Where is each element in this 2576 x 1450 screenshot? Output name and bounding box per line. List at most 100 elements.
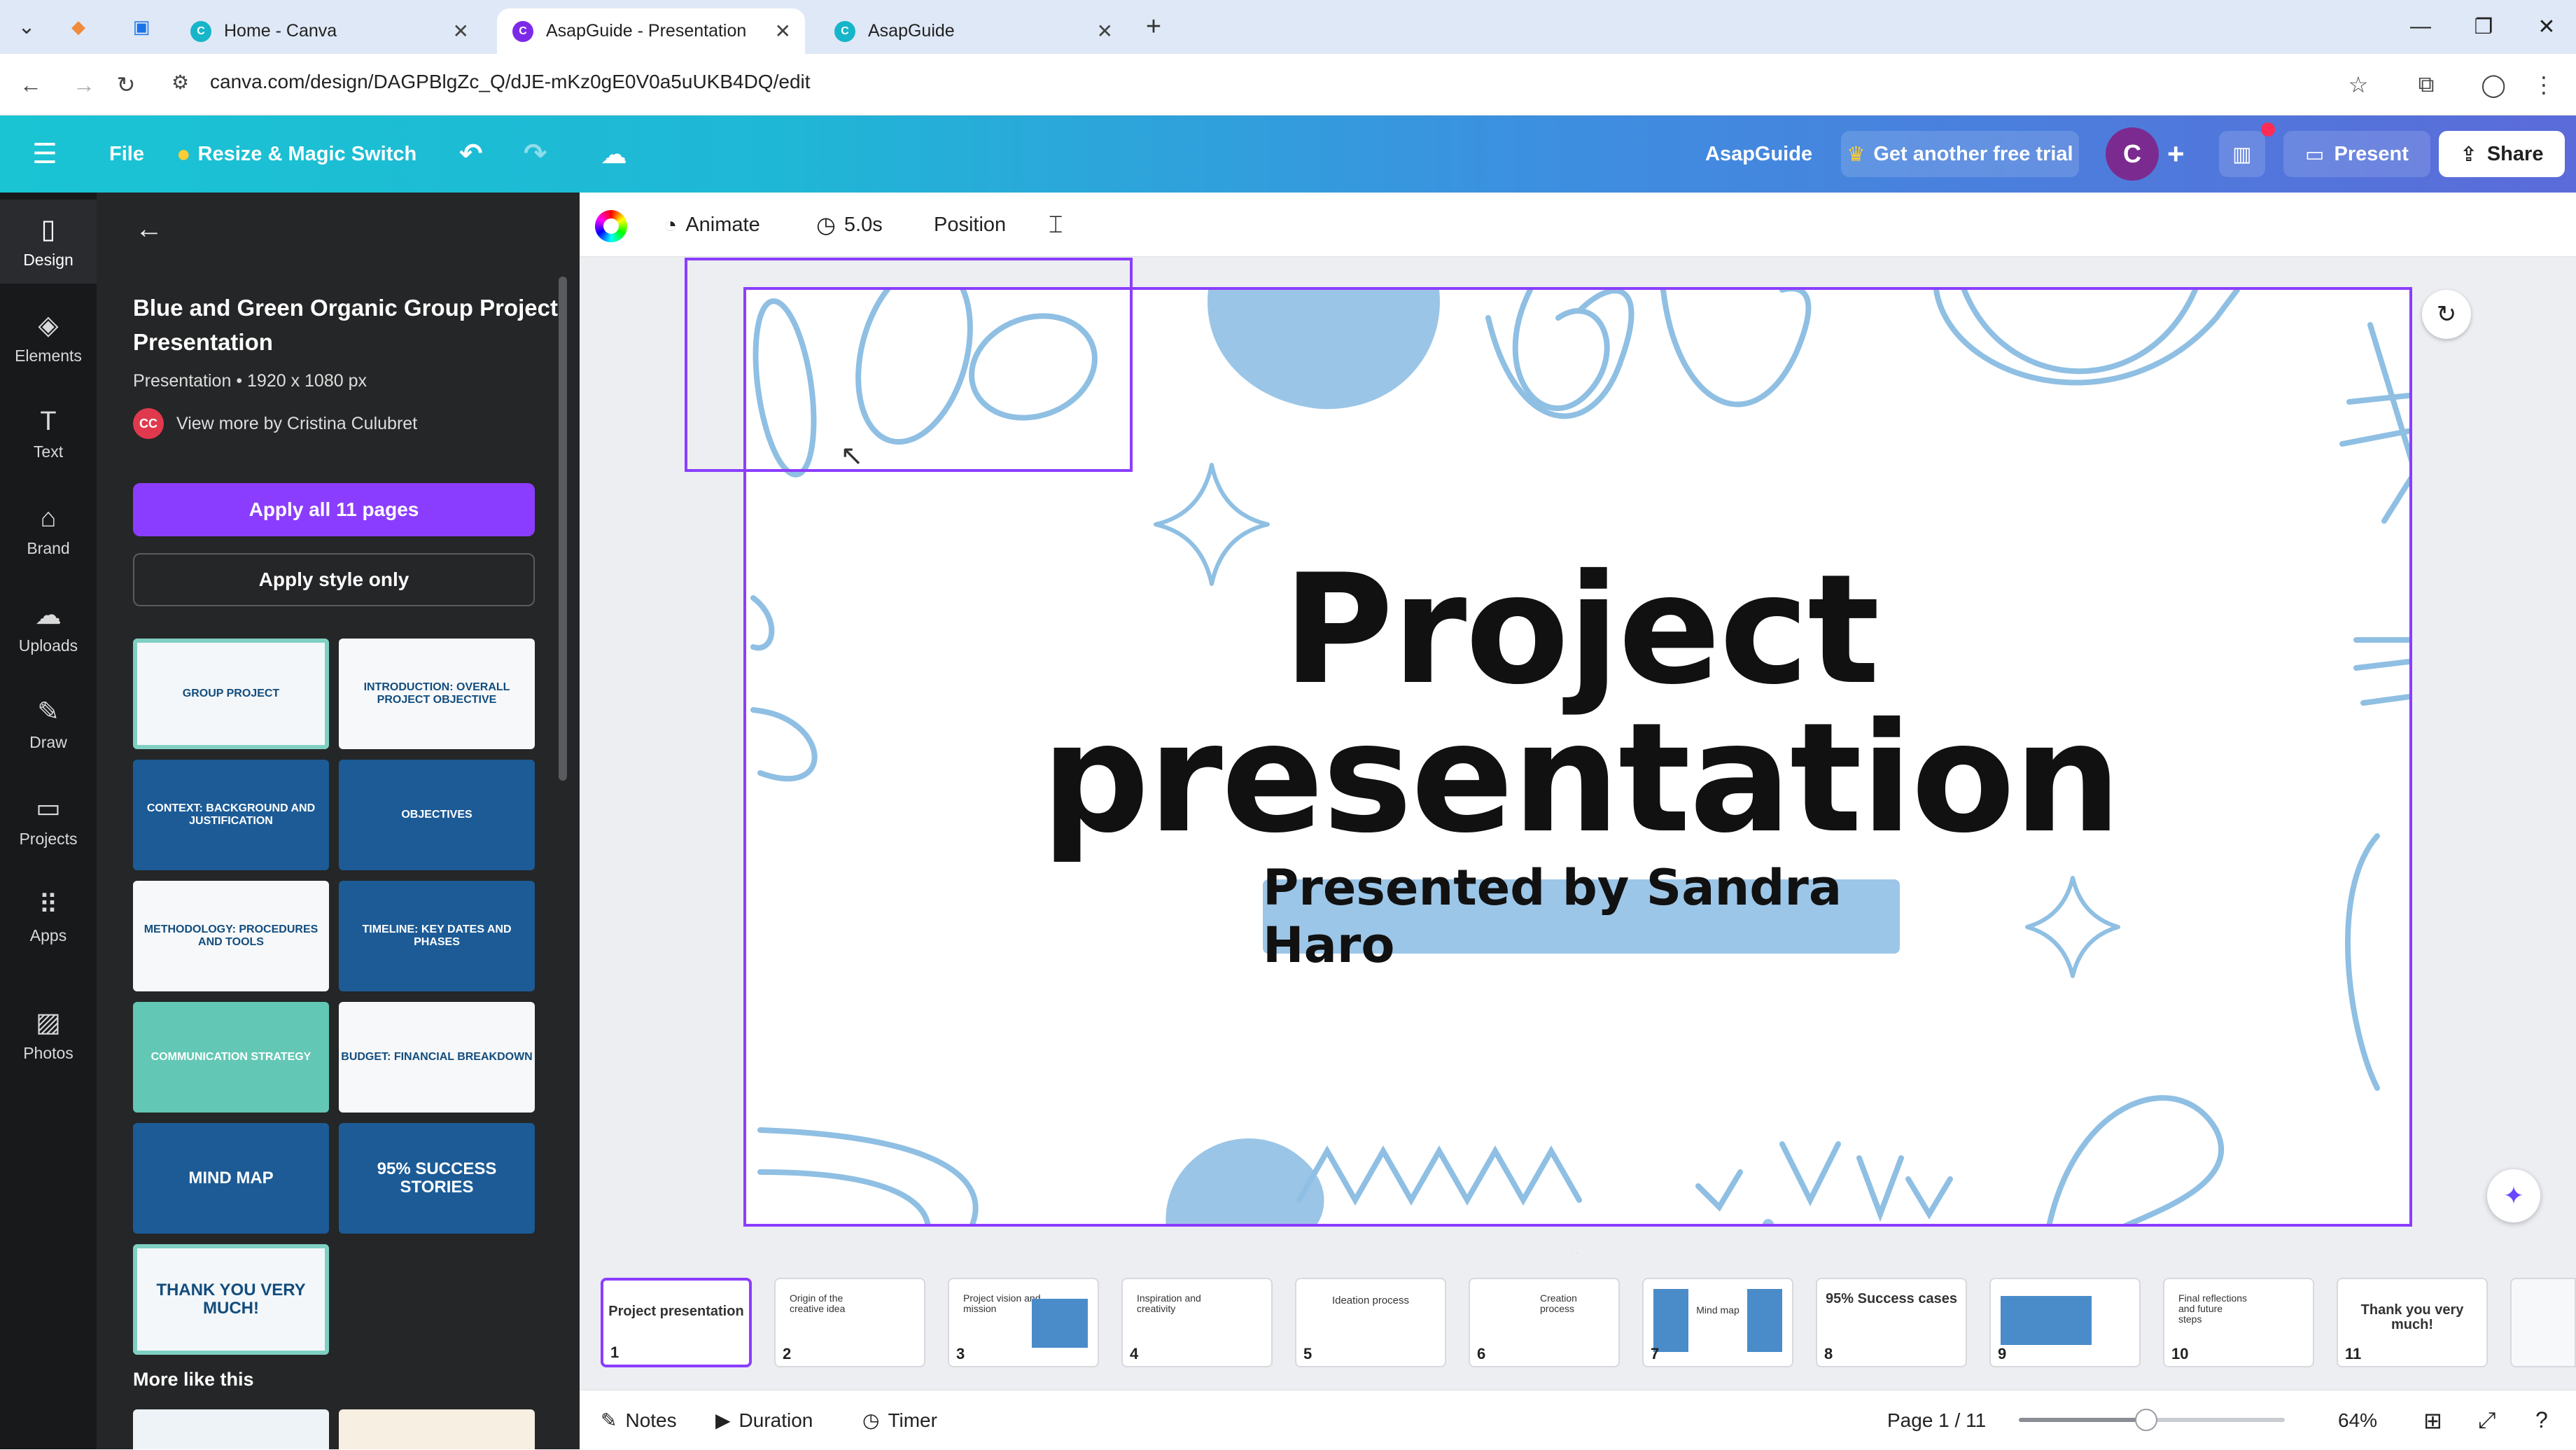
page-thumbnail[interactable]: Ideation process 5 [1295, 1278, 1446, 1367]
zoom-percentage[interactable]: 64% [2338, 1390, 2377, 1450]
rail-draw[interactable]: ✎ Draw [0, 682, 97, 766]
free-trial-button[interactable]: ♛ Get another free trial [1841, 131, 2079, 177]
close-tab-icon[interactable]: ✕ [1097, 20, 1113, 43]
browser-tab[interactable]: C AsapGuide ✕ [819, 8, 1127, 54]
template-page-thumb[interactable]: TIMELINE: KEY DATES AND PHASES [339, 881, 535, 991]
comment-refresh-icon[interactable]: ↻ [2422, 290, 2471, 339]
site-info-icon[interactable]: ⚙ [172, 71, 189, 94]
undo-icon[interactable]: ↶ [459, 116, 483, 193]
cloud-saved-icon[interactable]: ☁ [601, 116, 627, 193]
browser-tab[interactable]: C Home - Canva ✕ [175, 8, 483, 54]
template-page-thumb[interactable]: BUDGET: FINANCIAL BREAKDOWN [339, 1002, 535, 1113]
page-thumbnail[interactable]: Project presentation 1 [601, 1278, 752, 1367]
reload-icon[interactable]: ↻ [109, 68, 143, 102]
pinned-tab-icon[interactable]: ◆ [63, 11, 94, 42]
page-number: 1 [610, 1344, 620, 1361]
bookmark-star-icon[interactable]: ☆ [2342, 68, 2375, 102]
rail-label: Draw [29, 733, 67, 751]
rail-elements[interactable]: ◈ Elements [0, 295, 97, 379]
apply-all-pages-button[interactable]: Apply all 11 pages [133, 483, 535, 536]
help-icon[interactable]: ? [2535, 1390, 2548, 1450]
paint-format-icon[interactable]: ⌶ [1049, 193, 1063, 257]
similar-template-thumb[interactable] [339, 1409, 535, 1449]
redo-icon[interactable]: ↷ [524, 116, 547, 193]
present-button[interactable]: ▭ Present [2283, 131, 2430, 177]
template-page-thumb[interactable]: MIND MAP [133, 1123, 329, 1234]
page-thumbnail[interactable]: 9 [1989, 1278, 2141, 1367]
slide-subtitle[interactable]: Presented by Sandra Haro [1263, 859, 1900, 974]
template-page-thumb[interactable]: COMMUNICATION STRATEGY [133, 1002, 329, 1113]
animate-button[interactable]: ◔ Animate [664, 193, 760, 257]
template-page-thumb[interactable]: METHODOLOGY: PROCEDURES AND TOOLS [133, 881, 329, 991]
position-button[interactable]: Position [934, 193, 1006, 257]
rail-design[interactable]: ▯ Design [0, 200, 97, 284]
template-page-thumb[interactable]: GROUP PROJECT [133, 639, 329, 749]
close-tab-icon[interactable]: ✕ [453, 20, 469, 43]
fullscreen-icon[interactable]: ⤢ [2478, 1390, 2496, 1450]
back-arrow-icon[interactable]: ← [135, 214, 163, 245]
page-thumbnail[interactable]: Thank you very much! 11 [2337, 1278, 2488, 1367]
browser-tab-active[interactable]: C AsapGuide - Presentation ✕ [497, 8, 805, 54]
pinned-tab-sheet-icon[interactable]: ▣ [126, 11, 157, 42]
rail-projects[interactable]: ▭ Projects [0, 779, 97, 863]
rail-uploads[interactable]: ☁ Uploads [0, 585, 97, 669]
slide-title[interactable]: Project presentation [746, 555, 2409, 854]
similar-template-thumb[interactable] [133, 1409, 329, 1449]
analytics-icon[interactable]: ▥ [2219, 131, 2265, 177]
forward-icon[interactable]: → [67, 68, 101, 102]
add-collaborator-icon[interactable]: + [2167, 116, 2185, 193]
template-page-thumb[interactable]: INTRODUCTION: OVERALL PROJECT OBJECTIVE [339, 639, 535, 749]
restore-icon[interactable]: ❐ [2456, 7, 2512, 46]
rail-apps[interactable]: ⠿ Apps [0, 875, 97, 959]
apply-style-only-button[interactable]: Apply style only [133, 553, 535, 606]
new-tab-icon[interactable]: + [1137, 10, 1170, 43]
template-page-thumb[interactable]: 95% SUCCESS STORIES [339, 1123, 535, 1234]
url-field[interactable]: canva.com/design/DAGPBlgZc_Q/dJE-mKz0gE0… [210, 71, 811, 93]
color-picker-icon[interactable] [595, 210, 627, 242]
page-thumbnail[interactable]: 95% Success cases 8 [1816, 1278, 1967, 1367]
panel-scrollbar[interactable] [559, 277, 567, 781]
page-thumbnail[interactable]: Final reflections and future steps 10 [2163, 1278, 2314, 1367]
page-number: 5 [1303, 1345, 1312, 1362]
close-window-icon[interactable]: ✕ [2519, 7, 2575, 46]
timer-button[interactable]: ◷ Timer [862, 1390, 937, 1450]
template-page-thumb[interactable]: CONTEXT: BACKGROUND AND JUSTIFICATION [133, 760, 329, 870]
close-tab-icon[interactable]: ✕ [775, 20, 791, 43]
minimize-icon[interactable]: — [2393, 7, 2449, 46]
back-icon[interactable]: ← [14, 68, 48, 102]
tab-search-chevron-icon[interactable]: ⌄ [10, 10, 43, 43]
rail-text[interactable]: T Text [0, 392, 97, 476]
design-icon: ▯ [41, 215, 56, 244]
template-page-thumb[interactable]: OBJECTIVES [339, 760, 535, 870]
magic-assistant-icon[interactable]: ✦ [2487, 1169, 2540, 1222]
page-thumbnail[interactable]: Origin of the creative idea 2 [774, 1278, 925, 1367]
duration-button[interactable]: ◷ 5.0s [816, 193, 883, 257]
canva-favicon-icon: C [190, 20, 211, 42]
extensions-icon[interactable]: ⧉ [2409, 68, 2443, 102]
page-thumbnail[interactable]: Creation process 6 [1469, 1278, 1620, 1367]
share-label: Share [2486, 142, 2544, 165]
template-panel: ← Blue and Green Organic Group Project P… [97, 193, 580, 1449]
page-thumbnail[interactable]: Inspiration and creativity 4 [1121, 1278, 1273, 1367]
rail-brand[interactable]: ⌂ Brand [0, 489, 97, 573]
page-thumbnail[interactable]: Project vision and mission 3 [948, 1278, 1099, 1367]
file-menu-button[interactable]: File [109, 116, 144, 193]
thumb-title: Ideation process [1331, 1295, 1410, 1306]
avatar[interactable]: C [2106, 127, 2159, 181]
design-title[interactable]: AsapGuide [1705, 116, 1812, 193]
duration-footer-button[interactable]: ▶ Duration [715, 1390, 813, 1450]
template-page-thumb[interactable]: THANK YOU VERY MUCH! [133, 1244, 329, 1355]
author-link[interactable]: CC View more by Cristina Culubret [133, 408, 417, 439]
notes-button[interactable]: ✎ Notes [601, 1390, 677, 1450]
hamburger-menu-icon[interactable]: ☰ [32, 116, 57, 193]
rail-photos[interactable]: ▨ Photos [0, 993, 97, 1077]
selection-box[interactable] [685, 258, 1133, 472]
share-button[interactable]: ⇪ Share [2439, 131, 2565, 177]
profile-icon[interactable]: ◯ [2477, 68, 2510, 102]
page-thumbnail[interactable]: Mind map 7 [1642, 1278, 1793, 1367]
resize-magic-switch-button[interactable]: ● Resize & Magic Switch [176, 116, 416, 193]
page-indicator[interactable]: Page 1 / 11 [1887, 1390, 1986, 1450]
browser-menu-icon[interactable]: ⋮ [2527, 68, 2561, 102]
add-page-button[interactable] [2510, 1278, 2576, 1367]
grid-view-icon[interactable]: ⊞ [2423, 1390, 2442, 1450]
